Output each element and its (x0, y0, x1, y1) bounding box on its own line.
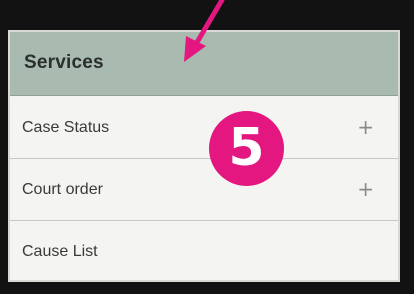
screenshot-frame: Services Case Status + Court order + Cau… (0, 0, 414, 294)
annotation-arrow-icon (184, 0, 225, 62)
